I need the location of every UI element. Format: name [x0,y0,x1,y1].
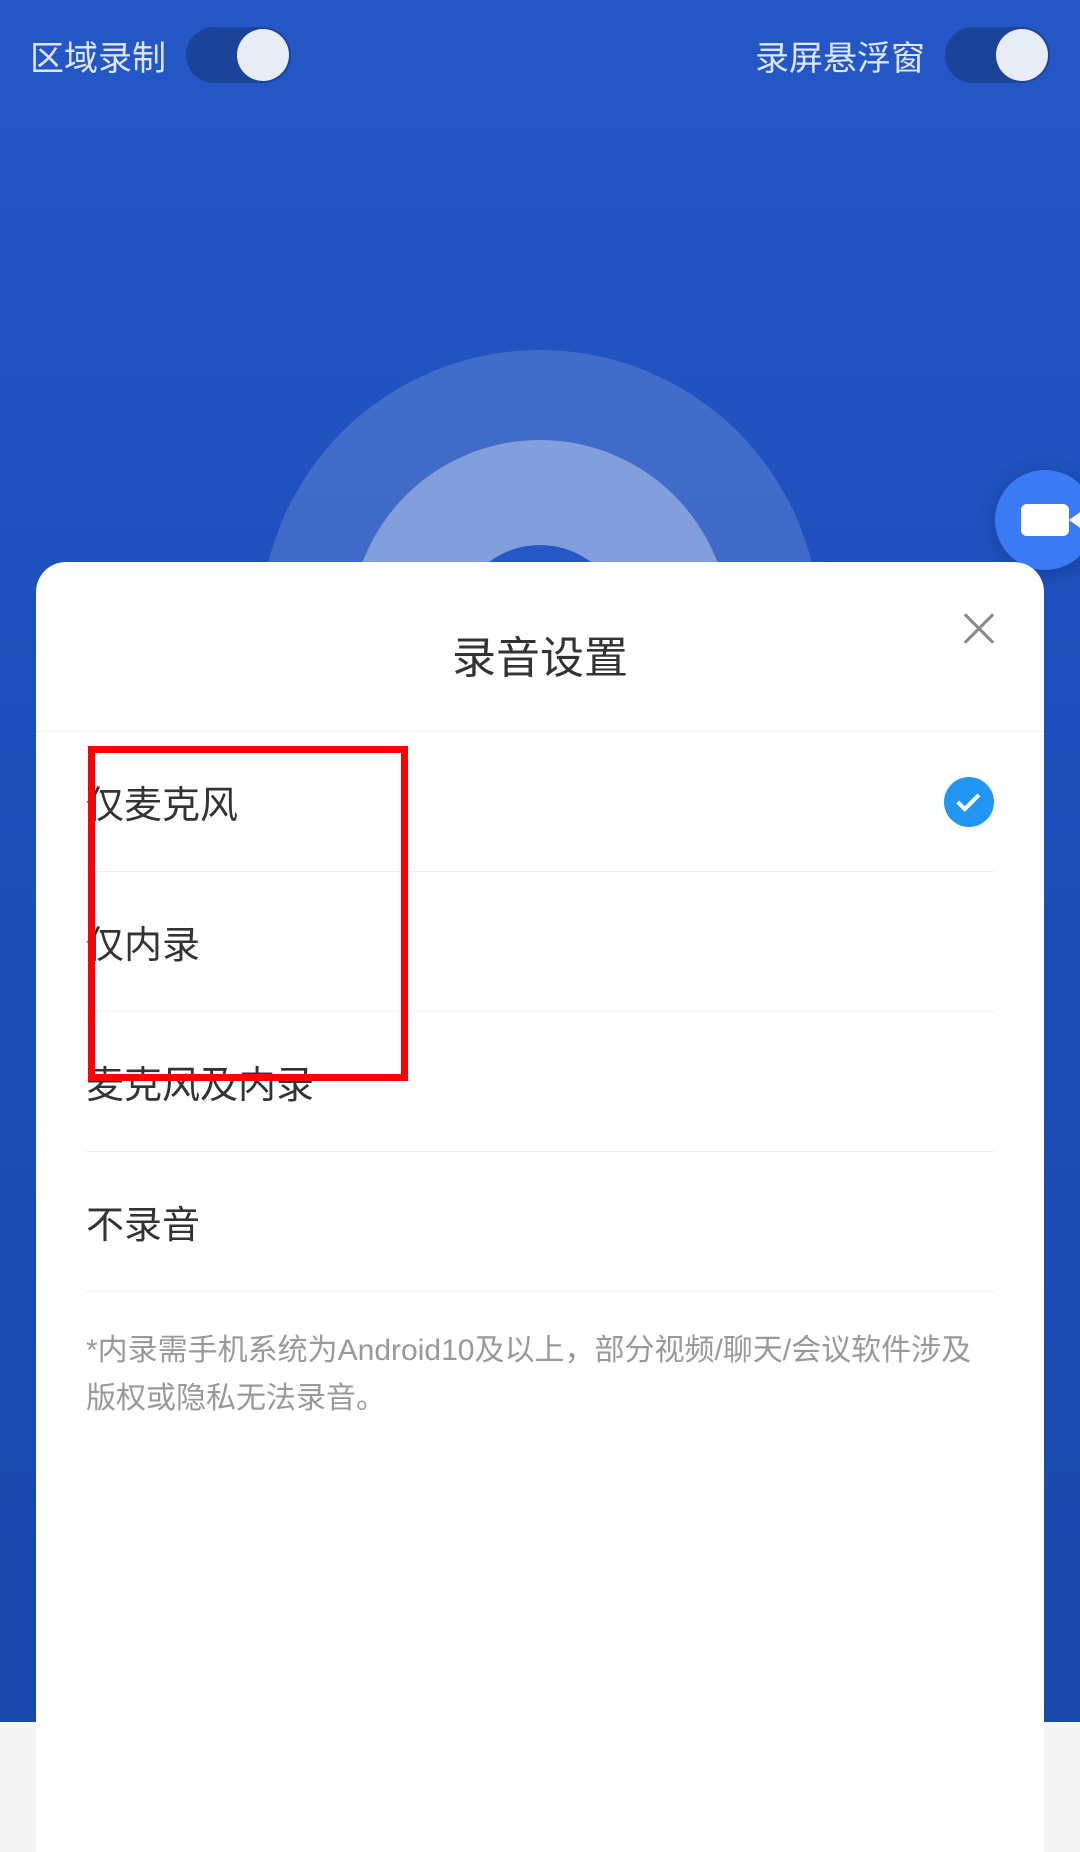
option-label: 不录音 [86,1194,200,1249]
modal-title: 录音设置 [36,622,1044,686]
option-no-audio[interactable]: 不录音 [86,1152,994,1292]
close-icon[interactable] [959,607,999,647]
check-mark-icon [956,787,980,811]
annotation-highlight-box [88,746,408,1081]
check-icon [944,777,994,827]
modal-note: *内录需手机系统为Android10及以上，部分视频/聊天/会议软件涉及版权或隐… [36,1292,1044,1423]
modal-header: 录音设置 [36,562,1044,732]
